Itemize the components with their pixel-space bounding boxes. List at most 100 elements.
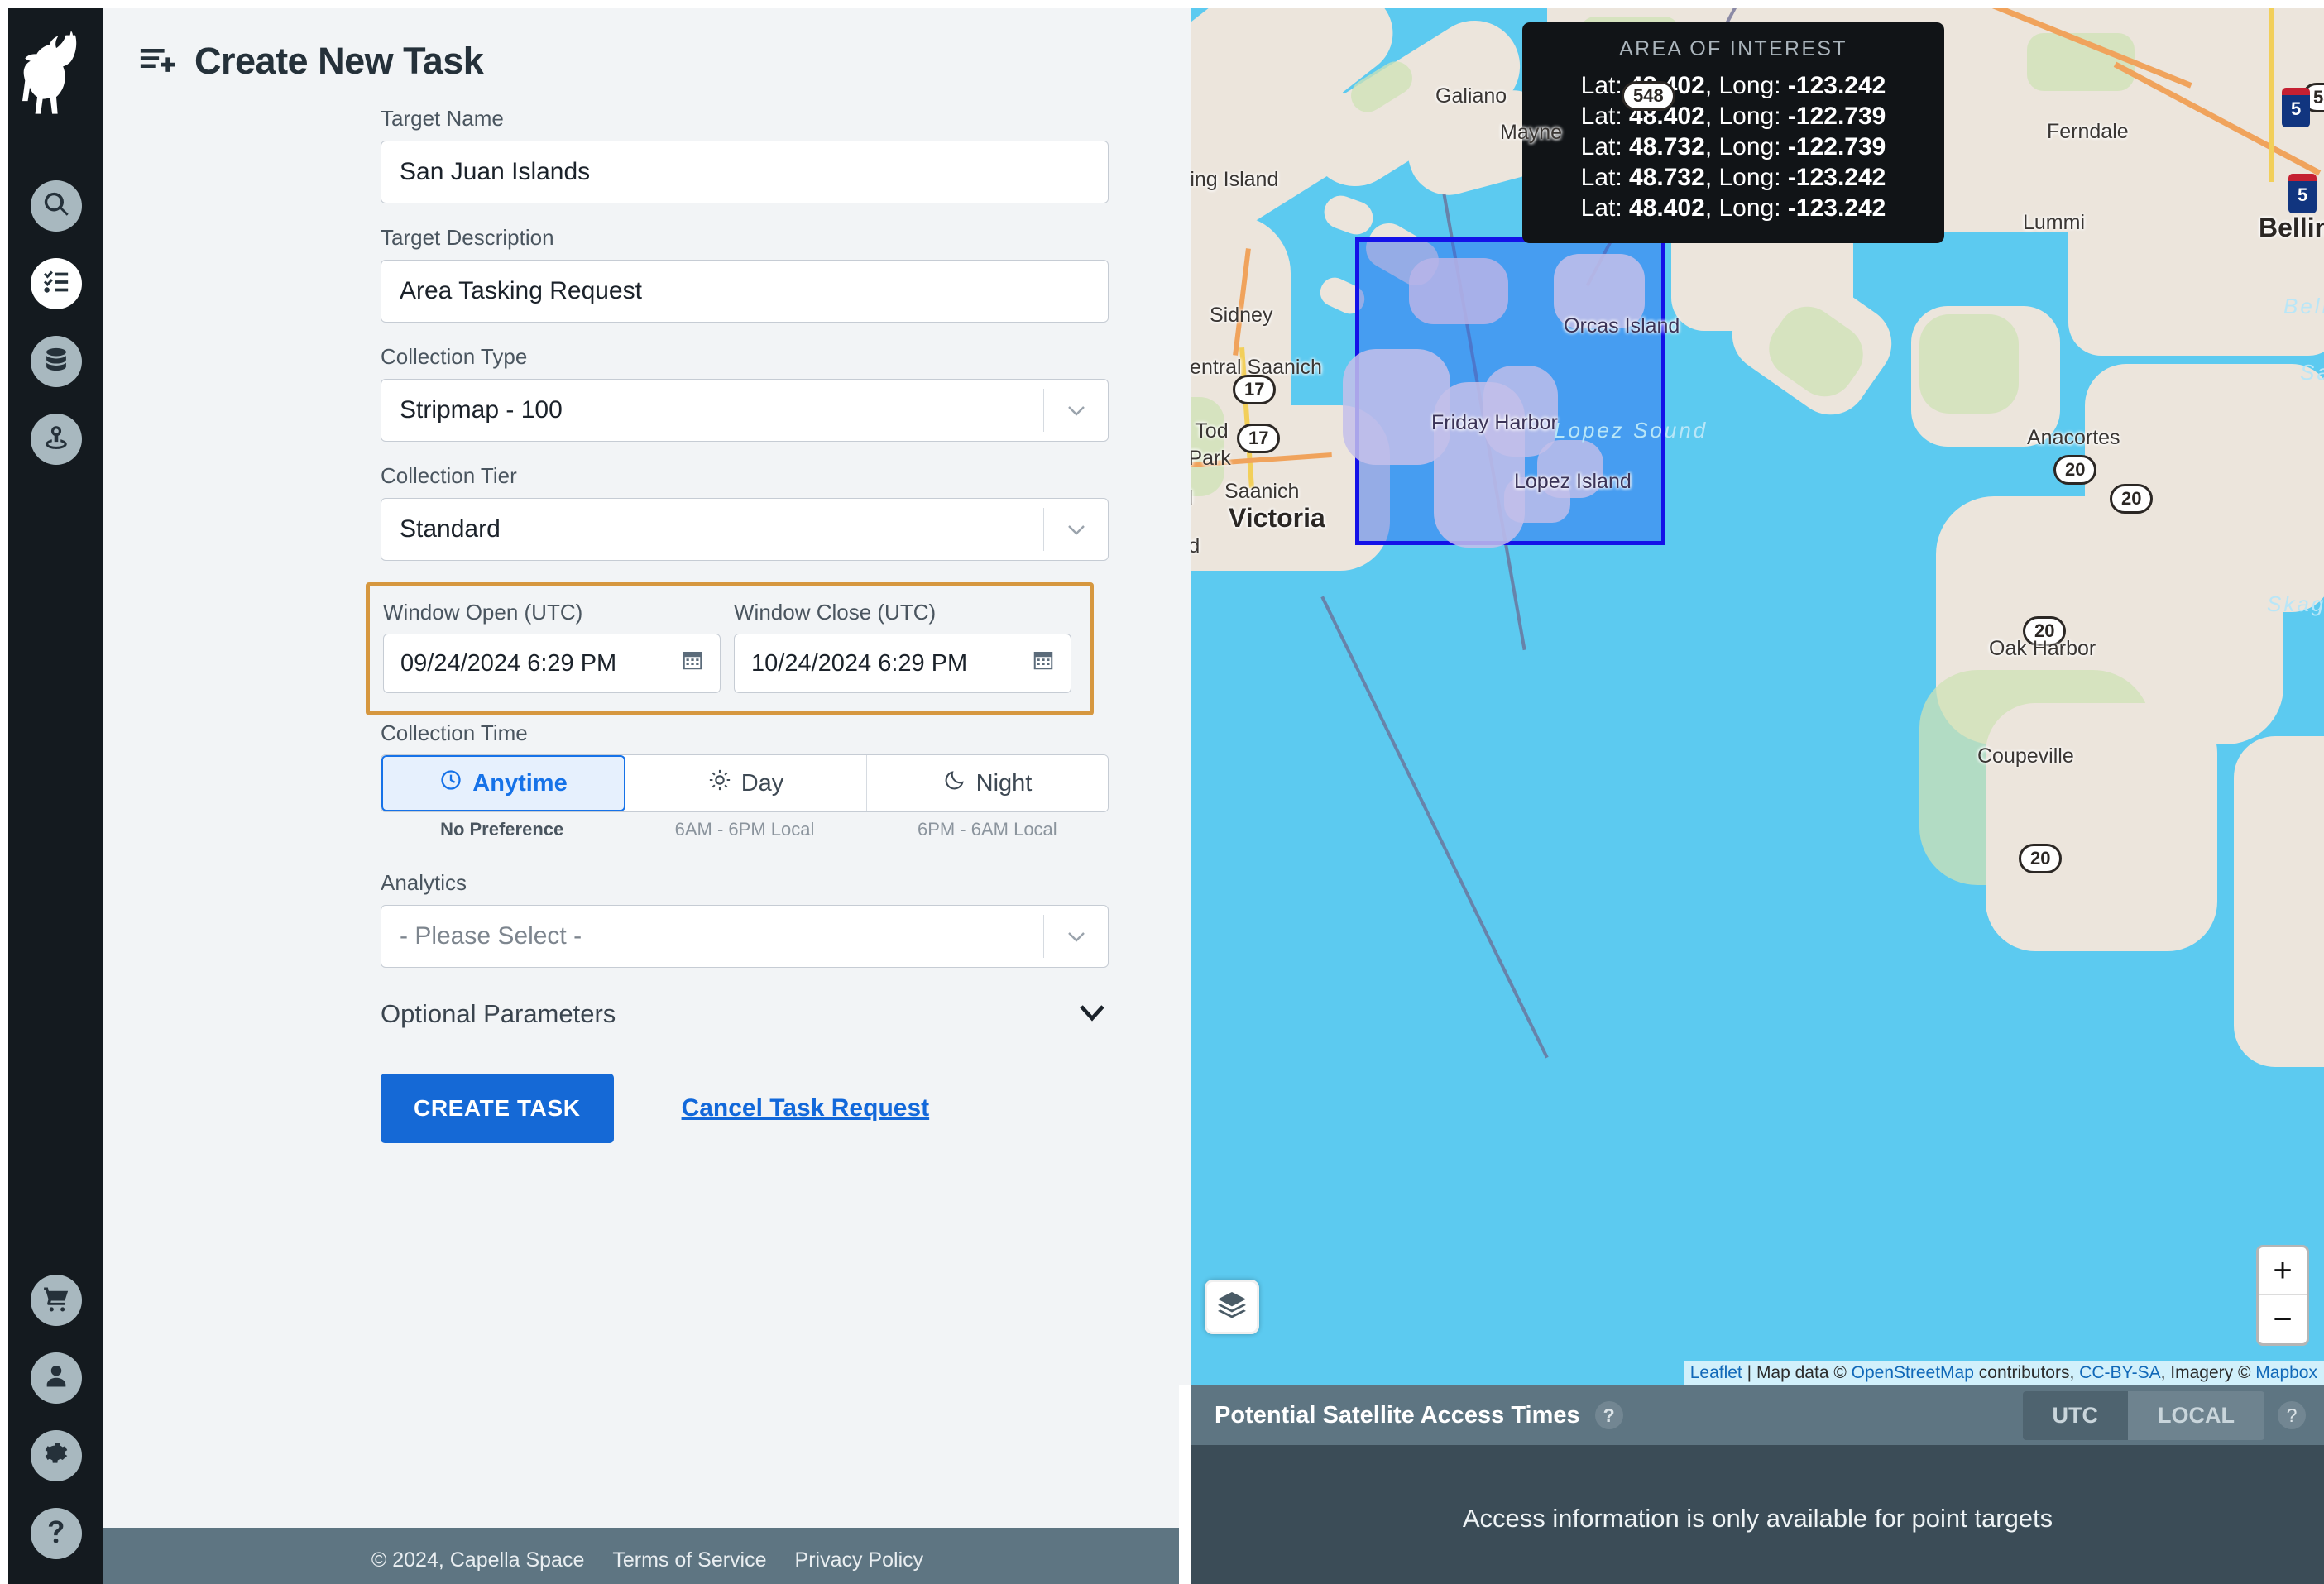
left-nav-rail: [8, 8, 103, 1584]
map-interstate-shield: 5: [2282, 88, 2311, 127]
map-view[interactable]: AREA OF INTEREST Lat: 48.402, Long: -123…: [1191, 8, 2324, 1385]
map-interstate-shield: 5: [2288, 174, 2317, 213]
satellite-swath-line: [1320, 596, 1549, 1059]
map-label: Coupeville: [1977, 744, 2074, 768]
timezone-option-local[interactable]: LOCAL: [2128, 1390, 2264, 1440]
collection-time-sub-day: 6AM - 6PM Local: [674, 819, 815, 840]
map-route-shield: 17: [1237, 424, 1281, 453]
attribution-map-data: Map data ©: [1756, 1363, 1847, 1382]
access-panel-title-group: Potential Satellite Access Times ?: [1215, 1401, 1623, 1429]
target-description-label: Target Description: [381, 225, 554, 250]
copyright-text: © 2024, Capella Space: [371, 1548, 585, 1572]
collection-time-sub-anytime: No Preference: [440, 819, 564, 840]
collection-time-option-night-label: Night: [975, 769, 1033, 797]
analytics-value: - Please Select -: [400, 922, 582, 950]
map-water-label: Samish: [2300, 360, 2324, 385]
window-open-input[interactable]: 09/24/2024 6:29 PM: [383, 634, 721, 693]
field-window-close: Window Close (UTC) 10/24/2024 6:29 PM: [734, 600, 1071, 693]
map-pin-icon: [42, 424, 70, 456]
aoi-long-label: , Long:: [1704, 132, 1781, 160]
target-description-input[interactable]: Area Tasking Request: [381, 260, 1109, 323]
map-greenspace: [1919, 314, 2019, 414]
sidebar-item-data[interactable]: [30, 336, 82, 387]
question-mark-icon: [42, 1518, 70, 1550]
terms-of-service-link[interactable]: Terms of Service: [612, 1548, 766, 1572]
question-mark-icon[interactable]: ?: [2278, 1401, 2306, 1429]
sidebar-item-settings[interactable]: [30, 1430, 82, 1481]
field-collection-type: Collection Type Stripmap - 100: [381, 344, 1191, 442]
aoi-lat-label: Lat:: [1580, 163, 1622, 191]
aoi-long-value: -122.739: [1787, 102, 1886, 130]
app-root: Create New Task Target Name San Juan Isl…: [0, 0, 2324, 1584]
page-title: Create New Task: [194, 40, 484, 82]
map-water-label: Bellingham: [2283, 294, 2324, 318]
field-target-description: Target Description Area Tasking Request: [381, 225, 1191, 323]
leaflet-link[interactable]: Leaflet: [1690, 1363, 1742, 1382]
map-label: Anacortes: [2027, 426, 2120, 449]
calendar-icon[interactable]: [680, 648, 705, 679]
aoi-long-value: -123.242: [1787, 72, 1886, 99]
area-of-interest-polygon[interactable]: [1343, 237, 1665, 548]
access-panel-body: Access information is only available for…: [1191, 1445, 2324, 1584]
aoi-long-label: , Long:: [1704, 194, 1781, 222]
aoi-long-label: , Long:: [1704, 72, 1781, 99]
timezone-option-utc[interactable]: UTC: [2022, 1390, 2129, 1440]
create-task-panel: Create New Task Target Name San Juan Isl…: [103, 8, 1191, 1584]
collection-time-option-night[interactable]: Night: [867, 755, 1108, 811]
aoi-coordinate-row: Lat: 48.402, Long: -123.242: [1541, 71, 1926, 102]
user-icon: [42, 1362, 70, 1395]
shopping-cart-icon: [42, 1285, 70, 1317]
gear-icon: [42, 1440, 70, 1472]
zoom-out-button[interactable]: −: [2259, 1295, 2307, 1343]
aoi-coordinate-row: Lat: 48.402, Long: -122.739: [1541, 102, 1926, 132]
collection-type-select[interactable]: Stripmap - 100: [381, 379, 1109, 442]
sidebar-item-search[interactable]: [30, 180, 82, 232]
collection-tier-select[interactable]: Standard: [381, 498, 1109, 561]
sidebar-item-tasks[interactable]: [30, 258, 82, 309]
sidebar-item-cart[interactable]: [30, 1275, 82, 1326]
question-mark-icon[interactable]: ?: [1594, 1401, 1623, 1429]
map-label: gford: [1191, 486, 1193, 510]
optional-parameters-toggle[interactable]: Optional Parameters: [381, 999, 1109, 1029]
map-water-label: Lopez Sound: [1554, 418, 1708, 443]
analytics-select[interactable]: - Please Select -: [381, 905, 1109, 968]
collection-tier-label: Collection Tier: [381, 463, 517, 488]
aoi-island: [1409, 258, 1508, 324]
map-label: Mayne: [1500, 121, 1563, 144]
map-label: ring Island: [1191, 168, 1279, 191]
openstreetmap-link[interactable]: OpenStreetMap: [1852, 1363, 1974, 1382]
target-name-input[interactable]: San Juan Islands: [381, 141, 1109, 203]
create-task-button[interactable]: CREATE TASK: [381, 1074, 614, 1143]
collection-time-option-day[interactable]: Day: [625, 755, 867, 811]
timezone-toggle-group: UTC LOCAL ?: [2022, 1390, 2306, 1440]
mapbox-link[interactable]: Mapbox: [2255, 1363, 2317, 1382]
add-task-icon: [138, 42, 176, 80]
aoi-lat-label: Lat:: [1580, 132, 1622, 160]
sidebar-item-account[interactable]: [30, 1352, 82, 1404]
collection-time-sub-night: 6PM - 6AM Local: [917, 819, 1057, 840]
collection-time-option-anytime[interactable]: Anytime: [381, 755, 625, 811]
map-landmass: [1986, 703, 2217, 951]
map-layers-button[interactable]: [1205, 1280, 1259, 1334]
privacy-policy-link[interactable]: Privacy Policy: [795, 1548, 924, 1572]
moon-icon: [943, 768, 966, 798]
calendar-icon[interactable]: [1031, 648, 1056, 679]
map-label: nd Tod: [1191, 419, 1229, 443]
ibex-logo: [22, 30, 90, 121]
map-label: Bellingham: [2259, 213, 2324, 242]
analytics-label: Analytics: [381, 870, 467, 895]
cancel-task-request-link[interactable]: Cancel Task Request: [682, 1094, 930, 1122]
form-actions: CREATE TASK Cancel Task Request: [381, 1074, 1191, 1143]
map-route-shield: 548: [1622, 81, 1675, 111]
cc-by-sa-link[interactable]: CC-BY-SA: [2079, 1363, 2160, 1382]
sidebar-item-targets[interactable]: [30, 414, 82, 465]
collection-time-segmented-control: Anytime Day Night: [381, 754, 1109, 812]
field-collection-tier: Collection Tier Standard: [381, 463, 1191, 561]
window-close-input[interactable]: 10/24/2024 6:29 PM: [734, 634, 1071, 693]
attribution-separator: |: [1747, 1363, 1752, 1382]
sidebar-item-help[interactable]: [30, 1508, 82, 1559]
access-panel-header: Potential Satellite Access Times ? UTC L…: [1191, 1385, 2324, 1445]
field-target-name: Target Name San Juan Islands: [381, 106, 1191, 203]
zoom-in-button[interactable]: +: [2259, 1247, 2307, 1295]
aoi-long-label: , Long:: [1704, 163, 1781, 191]
